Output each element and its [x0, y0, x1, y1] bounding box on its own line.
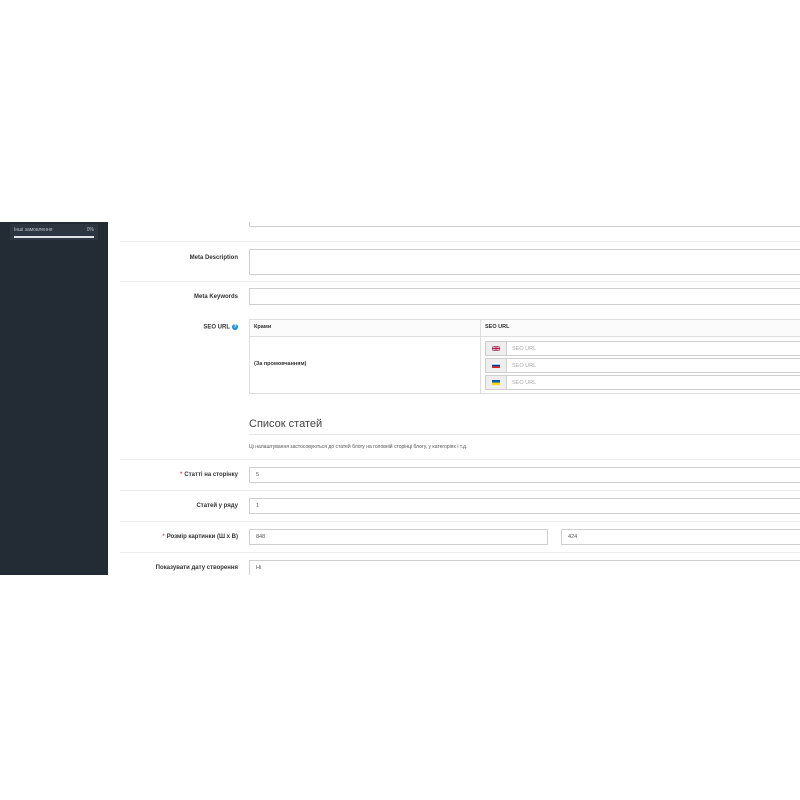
required-asterisk: * — [162, 534, 165, 540]
ru-flag-icon — [492, 363, 500, 368]
image-width-input[interactable]: 848 — [249, 529, 548, 545]
sidebar: Інші замовлення 0% — [0, 222, 108, 575]
required-asterisk: * — [180, 472, 183, 478]
show-date-label: Показувати дату створення — [155, 565, 238, 571]
meta-description-textarea[interactable] — [249, 249, 800, 275]
previous-field-bottom[interactable] — [249, 222, 800, 227]
articles-per-page-label: * Статті на сторінку — [180, 472, 238, 478]
column-header-seo-url: SEO URL — [485, 324, 510, 330]
seo-url-label: SEO URL? — [203, 324, 238, 331]
stat-progress-fill — [14, 236, 94, 238]
section-note: Ці налаштування застосовуються до статей… — [249, 444, 468, 450]
stat-progress-bar — [14, 236, 94, 238]
section-divider — [249, 434, 800, 435]
uk-flag-icon — [492, 346, 500, 351]
seo-url-input-uk[interactable]: SEO URL — [485, 341, 800, 356]
seo-url-input-ua[interactable]: SEO URL — [485, 375, 800, 390]
column-header-stores: Крами — [254, 324, 272, 330]
show-date-select[interactable]: Ні — [249, 560, 800, 575]
image-size-label: * Розмір картинки (Ш x В) — [162, 534, 238, 540]
seo-url-placeholder: SEO URL — [512, 363, 537, 369]
meta-description-label: Meta Description — [189, 255, 238, 261]
seo-table-header: Крами SEO URL — [250, 320, 800, 337]
store-name: (За промовчанням) — [254, 361, 307, 367]
seo-url-input-ru[interactable]: SEO URL — [485, 358, 800, 373]
articles-per-row-label: Статей у ряду — [196, 503, 238, 509]
language-addon — [486, 376, 507, 389]
seo-url-placeholder: SEO URL — [512, 346, 537, 352]
image-height-input[interactable]: 424 — [561, 529, 800, 545]
articles-per-page-label-text: Статті на сторінку — [184, 472, 238, 478]
stat-label: Інші замовлення — [14, 227, 53, 233]
main-content: Meta Description Meta Keywords SEO URL? … — [108, 222, 800, 575]
image-size-label-text: Розмір картинки (Ш x В) — [166, 534, 238, 540]
help-icon[interactable]: ? — [232, 324, 238, 330]
sidebar-stat-other-orders: Інші замовлення 0% — [10, 224, 98, 240]
column-divider — [480, 320, 481, 393]
admin-screen: Інші замовлення 0% Meta Description Meta… — [0, 222, 800, 575]
seo-url-placeholder: SEO URL — [512, 380, 537, 386]
section-title: Список статей — [249, 418, 323, 430]
seo-url-label-text: SEO URL — [203, 324, 230, 331]
meta-keywords-label: Meta Keywords — [193, 294, 238, 300]
meta-keywords-textarea[interactable] — [249, 288, 800, 305]
seo-url-table: Крами SEO URL (За промовчанням) SEO URL … — [249, 319, 800, 394]
stat-value: 0% — [86, 227, 94, 233]
language-addon — [486, 359, 507, 372]
language-addon — [486, 342, 507, 355]
ua-flag-icon — [492, 380, 500, 385]
articles-per-page-input[interactable]: 5 — [249, 467, 800, 483]
articles-per-row-input[interactable]: 1 — [249, 498, 800, 514]
